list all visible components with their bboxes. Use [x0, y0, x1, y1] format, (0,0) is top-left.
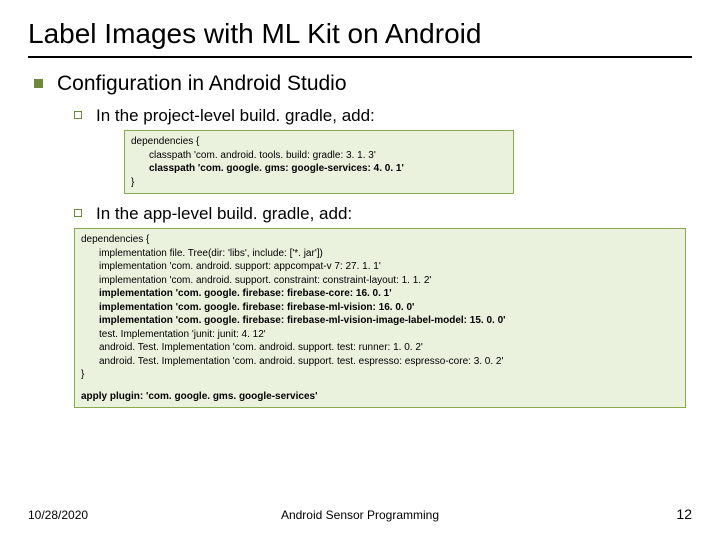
- bullet-level1: Configuration in Android Studio: [34, 72, 692, 96]
- bullet-level2: In the app-level build. gradle, add:: [74, 204, 692, 224]
- subpoint-2: In the app-level build. gradle, add:: [96, 204, 352, 224]
- code-line: android. Test. Implementation 'com. andr…: [81, 355, 679, 369]
- code-line: apply plugin: 'com. google. gms. google-…: [81, 391, 317, 402]
- code-block-app-gradle: dependencies { implementation file. Tree…: [74, 228, 686, 408]
- slide-title: Label Images with ML Kit on Android: [28, 18, 692, 50]
- code-line: }: [131, 177, 134, 188]
- code-line: implementation 'com. android. support: a…: [81, 260, 679, 274]
- footer-title: Android Sensor Programming: [28, 508, 692, 522]
- hollow-square-bullet-icon: [74, 209, 82, 217]
- subpoint-1: In the project-level build. gradle, add:: [96, 106, 375, 126]
- slide-footer: 10/28/2020 Android Sensor Programming 12: [28, 506, 692, 522]
- code-line: implementation 'com. google. firebase: f…: [81, 301, 679, 315]
- bullet-level2: In the project-level build. gradle, add:: [74, 106, 692, 126]
- code-line: android. Test. Implementation 'com. andr…: [81, 341, 679, 355]
- section-heading: Configuration in Android Studio: [57, 72, 347, 96]
- code-line: implementation 'com. android. support. c…: [81, 274, 679, 288]
- code-line: dependencies {: [131, 136, 199, 147]
- code-line: test. Implementation 'junit: junit: 4. 1…: [81, 328, 679, 342]
- title-underline: [28, 56, 692, 58]
- code-line: }: [81, 369, 84, 380]
- square-bullet-icon: [34, 79, 43, 88]
- code-line: classpath 'com. google. gms: google-serv…: [131, 162, 507, 176]
- hollow-square-bullet-icon: [74, 111, 82, 119]
- code-line: dependencies {: [81, 234, 149, 245]
- code-line: classpath 'com. android. tools. build: g…: [131, 149, 507, 163]
- code-block-project-gradle: dependencies { classpath 'com. android. …: [124, 130, 514, 194]
- code-line: implementation file. Tree(dir: 'libs', i…: [81, 247, 679, 261]
- code-line: implementation 'com. google. firebase: f…: [81, 314, 679, 328]
- code-line: implementation 'com. google. firebase: f…: [81, 287, 679, 301]
